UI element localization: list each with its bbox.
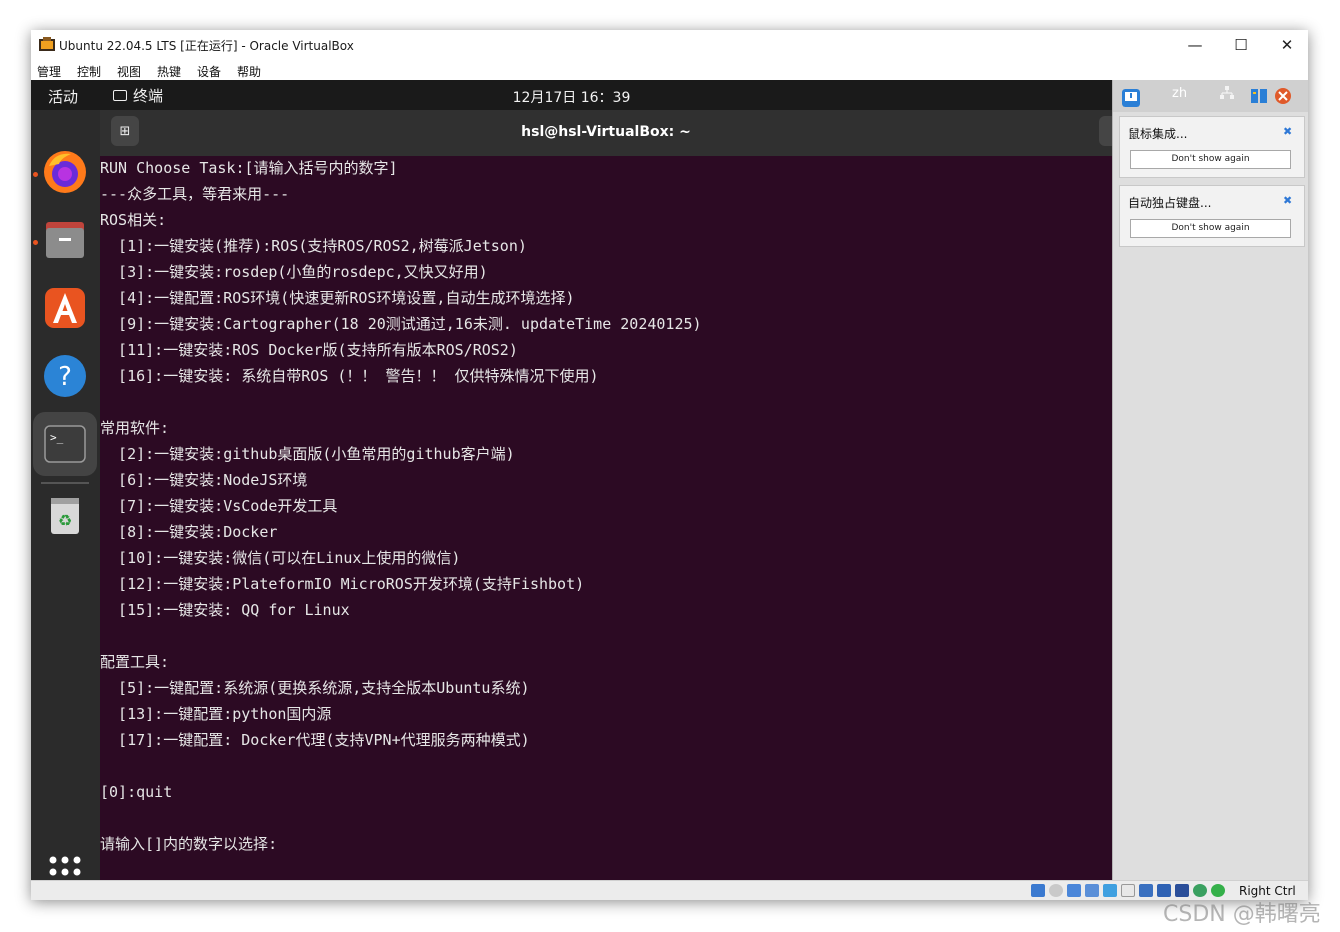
clock[interactable]: 12月17日 16：39	[31, 87, 1112, 107]
network-icon	[1220, 86, 1234, 99]
menu-control[interactable]: 控制	[77, 63, 101, 80]
svg-text:♻: ♻	[58, 511, 72, 530]
dock: ? >_ ♻	[31, 110, 100, 880]
language-indicator: zh	[1172, 86, 1188, 101]
terminal-prompt: 请输入[]内的数字以选择:	[100, 835, 278, 853]
terminal-line: [4]:一键配置:ROS环境(快速更新ROS环境设置,自动生成环境选择)	[100, 289, 575, 307]
minimize-button[interactable]: —	[1172, 30, 1218, 60]
terminal-line: [11]:一键安装:ROS Docker版(支持所有版本ROS/ROS2)	[100, 341, 518, 359]
terminal-line: [7]:一键安装:VsCode开发工具	[100, 497, 338, 515]
network-status-icon[interactable]	[1085, 884, 1099, 897]
virtualbox-app-icon	[39, 37, 55, 51]
notification-toggle-icon[interactable]	[1122, 89, 1140, 107]
terminal-line: [2]:一键安装:github桌面版(小鱼常用的github客户端)	[100, 445, 515, 463]
menu-bar: 管理 控制 视图 热键 设备 帮助	[31, 60, 1308, 80]
terminal-line: 常用软件:	[100, 419, 170, 437]
files-icon[interactable]	[41, 216, 89, 264]
notification-center: zh 鼠标集成... ✖ Don't show again 自动独占键盘... …	[1112, 80, 1308, 880]
menu-hotkeys[interactable]: 热键	[157, 63, 181, 80]
svg-text:>_: >_	[50, 431, 64, 444]
terminal-line: [10]:一键安装:微信(可以在Linux上使用的微信)	[100, 549, 461, 567]
terminal-line: [0]:quit	[100, 783, 173, 801]
svg-text:?: ?	[58, 362, 72, 392]
mouse-integration-icon[interactable]	[1274, 87, 1292, 105]
terminal-header[interactable]: ⊞ hsl@hsl-VirtualBox: ~	[100, 110, 1129, 156]
terminal-line: [1]:一键安装(推荐):ROS(支持ROS/ROS2,树莓派Jetson)	[100, 237, 527, 255]
firefox-icon[interactable]	[41, 148, 89, 196]
terminal-line: [8]:一键安装:Docker	[100, 523, 278, 541]
terminal-title: hsl@hsl-VirtualBox: ~	[521, 124, 691, 140]
notification-close-icon[interactable]: ✖	[1283, 194, 1292, 207]
close-button[interactable]: ✕	[1264, 30, 1310, 60]
optical-drive-icon[interactable]	[1049, 884, 1063, 897]
app-center-icon[interactable]	[41, 284, 89, 332]
audio-icon[interactable]	[1067, 884, 1081, 897]
shared-folders-icon[interactable]	[1121, 884, 1135, 897]
notification-close-icon[interactable]: ✖	[1283, 125, 1292, 138]
notification-title: 鼠标集成...	[1128, 127, 1188, 141]
keyboard-capture-icon[interactable]	[1250, 87, 1268, 105]
gnome-top-bar: 活动 终端 12月17日 16：39	[31, 80, 1112, 110]
terminal-line: [9]:一键安装:Cartographer(18 20测试通过,16未测. up…	[100, 315, 702, 333]
terminal-icon[interactable]: >_	[41, 420, 89, 468]
notification-toolbar: zh	[1113, 80, 1308, 112]
terminal-line: 配置工具:	[100, 653, 170, 671]
csdn-watermark: CSDN @韩曙亮	[1163, 902, 1321, 927]
terminal-line: ---众多工具，等君来用---	[100, 185, 290, 203]
notification-keyboard-capture: 自动独占键盘... ✖ Don't show again	[1119, 185, 1305, 247]
window-title: Ubuntu 22.04.5 LTS [正在运行] - Oracle Virtu…	[59, 39, 354, 53]
terminal-window[interactable]: ⊞ hsl@hsl-VirtualBox: ~ RUN Choose Task:…	[100, 110, 1129, 880]
dont-show-again-button[interactable]: Don't show again	[1130, 150, 1291, 169]
usb-icon[interactable]	[1103, 884, 1117, 897]
terminal-line: [5]:一键配置:系统源(更换系统源,支持全版本Ubuntu系统)	[100, 679, 530, 697]
virtualbox-window: Ubuntu 22.04.5 LTS [正在运行] - Oracle Virtu…	[31, 30, 1308, 900]
dont-show-again-button[interactable]: Don't show again	[1130, 219, 1291, 238]
menu-manage[interactable]: 管理	[37, 63, 61, 80]
display-icon[interactable]	[1139, 884, 1153, 897]
menu-help[interactable]: 帮助	[237, 63, 261, 80]
terminal-line: [15]:一键安装: QQ for Linux	[100, 601, 350, 619]
status-bar: Right Ctrl	[31, 880, 1308, 900]
notification-mouse-integration: 鼠标集成... ✖ Don't show again	[1119, 116, 1305, 178]
terminal-output[interactable]: RUN Choose Task:[请输入括号内的数字] ---众多工具，等君来用…	[100, 156, 1112, 880]
title-bar[interactable]: Ubuntu 22.04.5 LTS [正在运行] - Oracle Virtu…	[31, 30, 1308, 60]
dock-separator	[41, 482, 89, 484]
trash-icon[interactable]: ♻	[41, 492, 89, 540]
help-icon[interactable]: ?	[41, 352, 89, 400]
hard-disk-icon[interactable]	[1031, 884, 1045, 897]
notification-title: 自动独占键盘...	[1128, 196, 1212, 210]
terminal-line: RUN Choose Task:[请输入括号内的数字]	[100, 159, 398, 177]
guest-display[interactable]: 活动 终端 12月17日 16：39 ? >_ ♻ ⊞ hsl@hsl-Virt…	[31, 80, 1308, 880]
menu-view[interactable]: 视图	[117, 63, 141, 80]
terminal-line: [3]:一键安装:rosdep(小鱼的rosdepc,又快又好用)	[100, 263, 488, 281]
running-indicator	[33, 172, 38, 177]
terminal-line: [6]:一键安装:NodeJS环境	[100, 471, 308, 489]
show-apps-icon[interactable]	[41, 848, 89, 880]
terminal-line: [12]:一键安装:PlateformIO MicroROS开发环境(支持Fis…	[100, 575, 585, 593]
terminal-line: [13]:一键配置:python国内源	[100, 705, 332, 723]
terminal-line: [17]:一键配置: Docker代理(支持VPN+代理服务两种模式)	[100, 731, 530, 749]
running-indicator	[33, 240, 38, 245]
menu-devices[interactable]: 设备	[197, 63, 221, 80]
terminal-line: ROS相关:	[100, 211, 167, 229]
terminal-line: [16]:一键安装: 系统自带ROS (！！ 警告！！ 仅供特殊情况下使用)	[100, 367, 599, 385]
maximize-button[interactable]: ☐	[1218, 30, 1264, 60]
